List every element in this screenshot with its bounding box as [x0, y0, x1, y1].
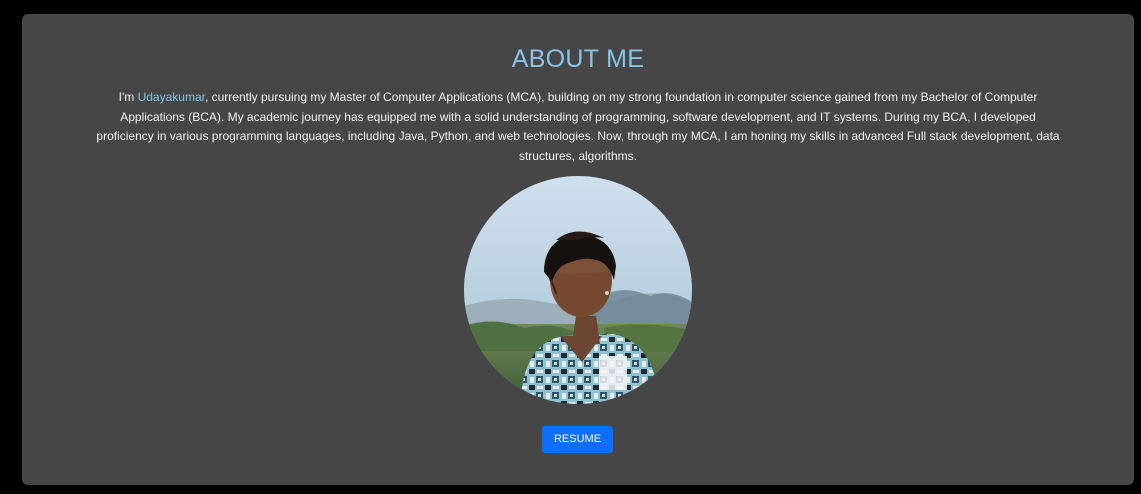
bio-prefix: I'm — [118, 90, 138, 104]
page: ABOUT ME I'm Udayakumar, currently pursu… — [0, 0, 1141, 494]
author-name: Udayakumar — [137, 90, 205, 104]
resume-button[interactable]: RESUME — [542, 426, 613, 453]
profile-photo-illustration — [464, 176, 692, 404]
bio-text: , currently pursuing my Master of Comput… — [96, 90, 1060, 163]
profile-photo — [464, 176, 692, 404]
section-title: ABOUT ME — [511, 45, 645, 73]
bio-paragraph: I'm Udayakumar, currently pursuing my Ma… — [92, 88, 1064, 166]
about-section: ABOUT ME I'm Udayakumar, currently pursu… — [22, 14, 1134, 485]
